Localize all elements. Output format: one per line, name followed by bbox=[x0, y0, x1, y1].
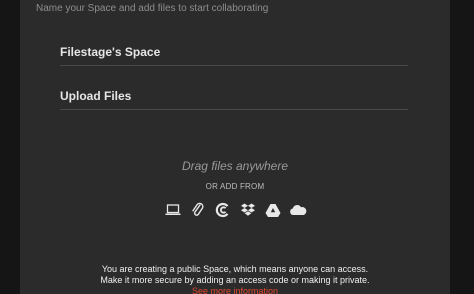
drag-files-hint: Drag files anywhere bbox=[181, 159, 289, 173]
filestage-icon[interactable] bbox=[214, 201, 232, 219]
upload-files-field[interactable]: Upload Files bbox=[60, 89, 408, 110]
google-drive-icon[interactable] bbox=[264, 201, 282, 219]
notice-line-2: Make it more secure by adding an access … bbox=[100, 275, 370, 285]
or-add-from-label: OR ADD FROM bbox=[205, 182, 265, 191]
link-icon[interactable] bbox=[189, 201, 207, 219]
public-space-notice: You are creating a public Space, which m… bbox=[20, 264, 450, 294]
space-name-field[interactable]: Filestage's Space bbox=[60, 45, 408, 66]
notice-line-1: You are creating a public Space, which m… bbox=[101, 264, 369, 274]
upload-files-label[interactable]: Upload Files bbox=[60, 89, 408, 103]
dropbox-icon[interactable] bbox=[239, 201, 257, 219]
see-more-information-link[interactable]: See more information bbox=[20, 286, 450, 294]
panel-subtitle: Name your Space and add files to start c… bbox=[36, 3, 269, 14]
upload-sources bbox=[20, 201, 450, 219]
onedrive-icon[interactable] bbox=[289, 201, 307, 219]
computer-icon[interactable] bbox=[164, 201, 182, 219]
space-name-value[interactable]: Filestage's Space bbox=[60, 45, 408, 59]
create-space-panel: Name your Space and add files to start c… bbox=[20, 0, 450, 294]
